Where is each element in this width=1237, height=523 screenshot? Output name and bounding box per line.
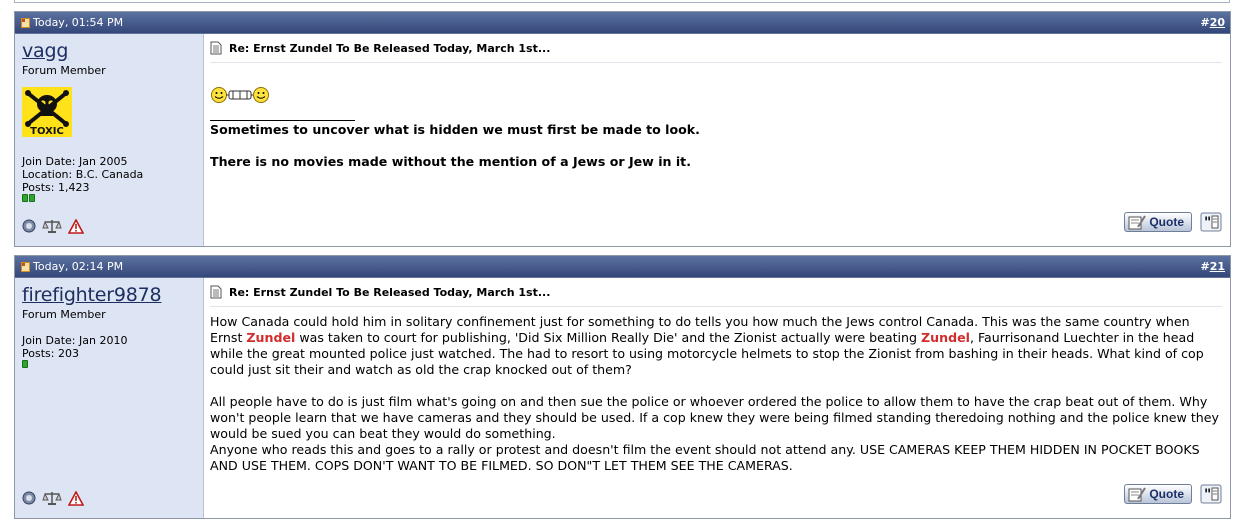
title-separator (210, 62, 1222, 63)
user-details: Join Date: Jan 2005 Location: B.C. Canad… (22, 155, 143, 194)
offline-status-icon[interactable] (22, 491, 36, 505)
message-paragraph: Anyone who reads this and goes to a rall… (210, 442, 1200, 473)
signature-line: There is no movies made without the ment… (210, 154, 691, 169)
document-icon (210, 41, 222, 55)
user-title: Forum Member (22, 308, 106, 321)
username-link[interactable]: vagg (22, 40, 68, 62)
quote-label: Quote (1149, 215, 1184, 229)
document-icon (210, 285, 222, 299)
message-paragraph: All people have to do is just film what'… (210, 394, 1219, 441)
multiquote-icon[interactable]: " (1200, 212, 1222, 232)
post-content: Re: Ernst Zundel To Be Released Today, M… (204, 278, 1230, 518)
post-message: How Canada could hold him in solitary co… (210, 314, 1222, 474)
search-highlight: Zundel (246, 330, 296, 345)
post-title: Re: Ernst Zundel To Be Released Today, M… (210, 41, 550, 55)
user-actions (22, 218, 84, 234)
quote-icon (1128, 215, 1146, 230)
post-number-link[interactable]: 21 (1210, 260, 1225, 273)
post-number-link[interactable]: 20 (1210, 16, 1225, 29)
user-info-panel: firefighter9878 Forum Member Join Date: … (15, 278, 204, 518)
user-actions (22, 490, 84, 506)
post-date: Today, 02:14 PM (21, 260, 123, 273)
reputation-pip (22, 194, 28, 202)
post-date-text: Today, 02:14 PM (33, 260, 124, 273)
quote-icon (1128, 487, 1146, 502)
post-21: Today, 02:14 PM #21 firefighter9878 Foru… (14, 255, 1231, 519)
post-status-icon (21, 261, 30, 272)
user-info-panel: vagg Forum Member TOXIC Join Date: Jan 2… (15, 34, 204, 246)
post-status-icon (21, 17, 30, 28)
quote-button[interactable]: Quote (1124, 484, 1192, 504)
smiley-icon (211, 87, 269, 103)
previous-post-edge (14, 0, 1230, 3)
message-text: was taken to court for publishing, 'Did … (295, 330, 922, 345)
post-content: Re: Ernst Zundel To Be Released Today, M… (204, 34, 1230, 246)
toxic-skull-icon: TOXIC (22, 87, 72, 137)
reputation-pip (22, 360, 28, 368)
quote-label: Quote (1149, 487, 1184, 501)
user-details: Join Date: Jan 2010 Posts: 203 (22, 334, 127, 360)
quote-button[interactable]: Quote (1124, 212, 1192, 232)
post-number: #20 (1200, 16, 1225, 29)
post-title: Re: Ernst Zundel To Be Released Today, M… (210, 285, 550, 299)
post-count: Posts: 203 (22, 347, 79, 360)
avatar-text: TOXIC (30, 126, 64, 137)
reputation-bar (22, 194, 35, 202)
signature-line: Sometimes to uncover what is hidden we m… (210, 122, 700, 137)
post-date: Today, 01:54 PM (21, 16, 123, 29)
message-paragraph: How Canada could hold him in solitary co… (210, 314, 1222, 378)
reputation-scales-icon[interactable] (42, 490, 62, 506)
location: Location: B.C. Canada (22, 168, 144, 181)
avatar[interactable]: TOXIC (22, 87, 72, 137)
post-number-prefix: # (1200, 16, 1210, 29)
post-date-text: Today, 01:54 PM (33, 16, 124, 29)
reputation-scales-icon[interactable] (42, 218, 62, 234)
join-date: Join Date: Jan 2010 (22, 334, 128, 347)
join-date: Join Date: Jan 2005 (22, 155, 128, 168)
post-number-prefix: # (1200, 260, 1210, 273)
title-separator (210, 306, 1222, 307)
signature-separator (210, 120, 355, 121)
post-header: Today, 02:14 PM #21 (15, 256, 1230, 278)
user-title: Forum Member (22, 64, 106, 77)
multiquote-icon[interactable]: " (1200, 484, 1222, 504)
post-count: Posts: 1,423 (22, 181, 90, 194)
svg-text:": " (1204, 215, 1211, 231)
reputation-bar (22, 360, 28, 368)
post-title-text: Re: Ernst Zundel To Be Released Today, M… (229, 285, 551, 299)
post-number: #21 (1200, 260, 1225, 273)
report-warning-icon[interactable] (68, 490, 84, 506)
search-highlight: Zundel (921, 330, 970, 345)
post-message: Sometimes to uncover what is hidden we m… (210, 86, 1222, 170)
post-20: Today, 01:54 PM #20 vagg Forum Member TO… (14, 11, 1231, 247)
offline-status-icon[interactable] (22, 219, 36, 233)
username-link[interactable]: firefighter9878 (22, 284, 162, 306)
reputation-pip (29, 194, 35, 202)
post-header: Today, 01:54 PM #20 (15, 12, 1230, 34)
report-warning-icon[interactable] (68, 218, 84, 234)
svg-text:": " (1204, 487, 1211, 503)
post-title-text: Re: Ernst Zundel To Be Released Today, M… (229, 41, 551, 55)
